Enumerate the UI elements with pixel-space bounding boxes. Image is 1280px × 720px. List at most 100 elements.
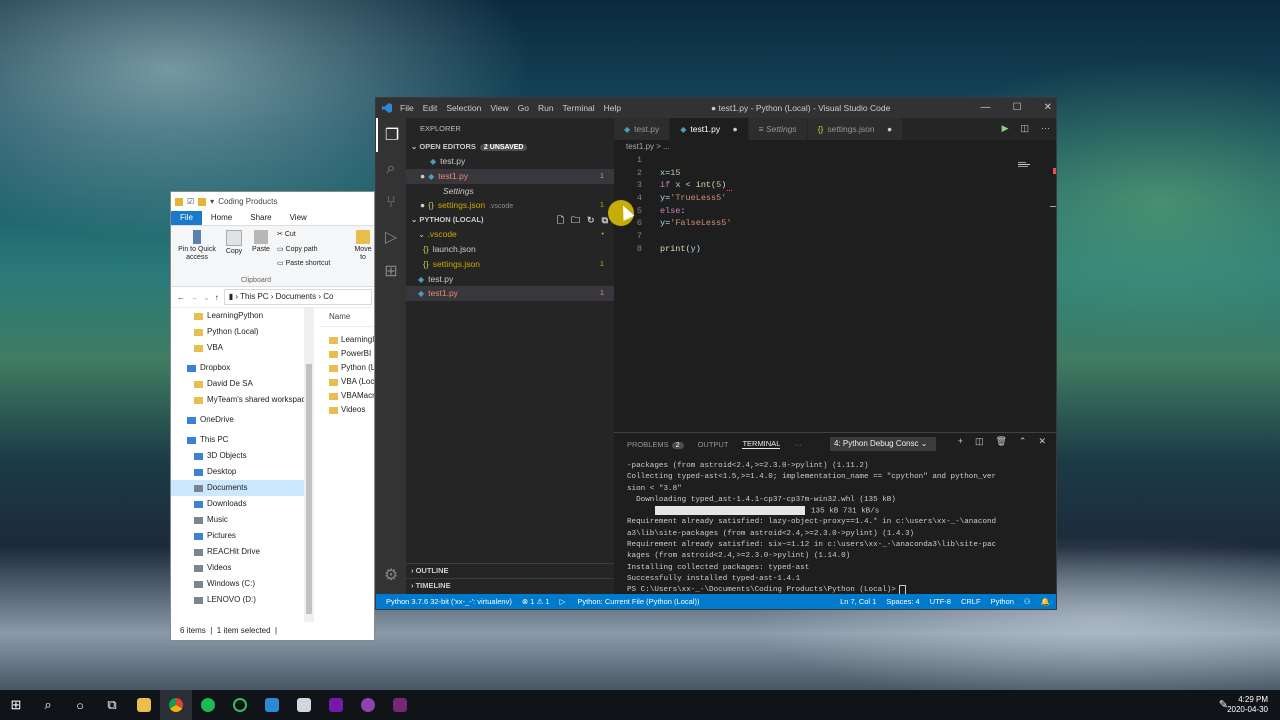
open-editor-item[interactable]: ●{} settings.json .vscode 1 xyxy=(406,198,614,213)
unsaved-dot-icon[interactable]: ● xyxy=(885,124,892,134)
spotify-taskbar-icon[interactable] xyxy=(192,690,224,720)
new-file-icon[interactable]: 🗋 xyxy=(557,213,564,227)
outline-section[interactable]: › OUTLINE xyxy=(406,563,614,577)
file-row[interactable]: Python (L xyxy=(319,361,374,375)
onenote-taskbar-icon[interactable] xyxy=(320,690,352,720)
chevron-down-icon[interactable]: ⌄ xyxy=(203,293,210,302)
indentation[interactable]: Spaces: 4 xyxy=(886,597,919,606)
nav-item[interactable]: This PC xyxy=(171,432,304,448)
timeline-section[interactable]: › TIMELINE xyxy=(406,578,614,592)
ribbon-tab-share[interactable]: Share xyxy=(241,211,280,225)
encoding[interactable]: UTF-8 xyxy=(930,597,951,606)
ribbon-tab-home[interactable]: Home xyxy=(202,211,241,225)
file-explorer-window[interactable]: ☑ ▾ Coding Products File Home Share View… xyxy=(170,191,375,641)
nav-item[interactable]: LearningPython xyxy=(171,308,304,324)
refresh-icon[interactable]: ↻ xyxy=(587,213,595,227)
workspace-section[interactable]: ⌄ PYTHON (LOCAL) 🗋 🗀 ↻ ⧉ xyxy=(406,213,614,227)
nav-item[interactable]: Dropbox xyxy=(171,360,304,376)
python-interpreter[interactable]: Python 3.7.6 32-bit ('xx-_-': virtualenv… xyxy=(386,597,512,606)
live-share-icon[interactable]: ⚇ xyxy=(1024,597,1031,606)
menu-item[interactable]: Go xyxy=(518,103,529,113)
tree-item[interactable]: {} settings.json 1 xyxy=(406,257,614,272)
terminal-select[interactable]: 4: Python Debug Consc ⌄ xyxy=(830,437,936,451)
search-icon[interactable]: ⌕ xyxy=(376,152,406,186)
new-terminal-icon[interactable]: + xyxy=(958,436,963,447)
back-arrow-icon[interactable]: ← xyxy=(177,293,185,302)
nav-item[interactable]: Music xyxy=(171,512,304,528)
pin-quick-access-button[interactable]: Pin to Quick access xyxy=(175,230,219,262)
nav-item[interactable]: Videos xyxy=(171,560,304,576)
breadcrumb-documents[interactable]: Documents xyxy=(276,292,316,301)
open-editors-section[interactable]: ⌄ OPEN EDITORS 2 UNSAVED xyxy=(406,140,614,154)
paste-shortcut-button[interactable]: ▭ Paste shortcut xyxy=(277,259,330,267)
file-row[interactable]: VBA (Loc xyxy=(319,375,374,389)
panel-more-icon[interactable]: ··· xyxy=(794,440,802,449)
new-folder-icon[interactable]: 🗀 xyxy=(571,213,580,227)
up-arrow-icon[interactable]: ↑ xyxy=(215,293,219,302)
editor-area[interactable]: ◆ test.py ◆ test1.py ● ≡ Settings{} settings.… xyxy=(614,118,1056,432)
code-line[interactable]: 7 xyxy=(614,230,1056,243)
ribbon-tab-view[interactable]: View xyxy=(281,211,316,225)
search-icon[interactable]: ⌕ xyxy=(32,690,64,720)
cursor-position[interactable]: Ln 7, Col 1 xyxy=(840,597,876,606)
green-app-taskbar-icon[interactable] xyxy=(224,690,256,720)
vscode-window[interactable]: File Edit Selection View Go Run Terminal Help ●… xyxy=(375,97,1057,610)
maximize-panel-icon[interactable]: ⌃ xyxy=(1019,436,1027,447)
code-line[interactable]: 8 print(y) xyxy=(614,243,1056,256)
code-line[interactable]: 3 if x < int(5) xyxy=(614,179,1056,192)
checkbox-icon[interactable]: ☑ xyxy=(187,197,194,206)
tab-settings-json[interactable]: {} settings.json ● xyxy=(807,118,904,140)
problems-indicator[interactable]: ⊗ 1 ⚠ 1 xyxy=(522,597,550,606)
tab-test1-py[interactable]: ◆ test1.py ● xyxy=(670,118,749,140)
code-line[interactable]: 1 xyxy=(614,154,1056,167)
nav-item[interactable]: VBA xyxy=(171,340,304,356)
navigation-scrollbar[interactable] xyxy=(304,308,314,622)
language-mode[interactable]: Python xyxy=(991,597,1014,606)
open-editor-item[interactable]: Settings xyxy=(406,184,614,199)
split-terminal-icon[interactable]: ◫ xyxy=(975,436,984,447)
nav-item[interactable]: Documents xyxy=(171,480,304,496)
address-bar[interactable]: ▮ › This PC › Documents › Co xyxy=(223,289,372,305)
move-to-button[interactable]: Move to xyxy=(351,230,374,262)
tab-test-py[interactable]: ◆ test.py xyxy=(614,118,671,140)
nav-item[interactable]: 3D Objects xyxy=(171,448,304,464)
ribbon-tab-file[interactable]: File xyxy=(171,211,202,225)
paste-button[interactable]: Paste xyxy=(250,230,272,254)
file-row[interactable]: PowerBI xyxy=(319,347,374,361)
cut-button[interactable]: ✂ Cut xyxy=(277,230,296,238)
github-taskbar-icon[interactable] xyxy=(352,690,384,720)
run-configuration[interactable]: ▷ Python: Current File (Python (Local)) xyxy=(559,597,699,606)
menu-item[interactable]: Run xyxy=(538,103,554,113)
open-editor-item[interactable]: ◆ test.py xyxy=(406,154,614,169)
quick-access-folder-icon[interactable] xyxy=(198,197,207,206)
tree-item[interactable]: {} launch.json xyxy=(406,242,614,257)
close-panel-icon[interactable]: ✕ xyxy=(1038,436,1046,447)
scrollbar-thumb[interactable] xyxy=(306,364,312,614)
tree-item[interactable]: ⌄ .vscode • xyxy=(406,227,614,242)
nav-item[interactable]: REACHit Drive xyxy=(171,544,304,560)
minimap[interactable] xyxy=(1016,162,1052,222)
copy-path-button[interactable]: ▭ Copy path xyxy=(277,245,317,253)
nav-item[interactable]: LENOVO (D:) xyxy=(171,592,304,608)
trash-icon[interactable]: 🗑 xyxy=(995,436,1006,447)
file-row[interactable]: VBAMacr xyxy=(319,389,374,403)
source-control-icon[interactable]: ⑂ xyxy=(376,186,406,220)
maximize-icon[interactable]: ☐ xyxy=(1013,102,1022,113)
tree-item[interactable]: ◆ test.py xyxy=(406,272,614,287)
tab-output[interactable]: OUTPUT xyxy=(698,440,729,449)
clock[interactable]: 4:29 PM 2020-04-30 xyxy=(1227,695,1268,715)
tree-item[interactable]: ◆ test1.py 1 xyxy=(406,286,614,302)
explorer-files-icon[interactable]: ❐ xyxy=(376,118,406,152)
menu-item[interactable]: Help xyxy=(604,103,621,113)
menu-item[interactable]: View xyxy=(490,103,508,113)
nav-item[interactable]: MyTeam's shared workspace xyxy=(171,392,304,408)
nav-item[interactable]: Downloads xyxy=(171,496,304,512)
cortana-icon[interactable]: ○ xyxy=(64,690,96,720)
navigation-pane[interactable]: LearningPython Python (Local) VBA Dropbox Da… xyxy=(171,308,304,622)
open-editor-item[interactable]: ● ◆ test1.py 1 xyxy=(406,168,614,184)
menu-item[interactable]: Edit xyxy=(423,103,438,113)
terminal-output[interactable]: -packages (from astroid<2.4,>=2.3.0->pyl… xyxy=(614,455,1056,597)
app-taskbar-icon[interactable] xyxy=(288,690,320,720)
forward-arrow-icon[interactable]: → xyxy=(190,293,198,302)
column-header-name[interactable]: Name xyxy=(319,308,374,327)
